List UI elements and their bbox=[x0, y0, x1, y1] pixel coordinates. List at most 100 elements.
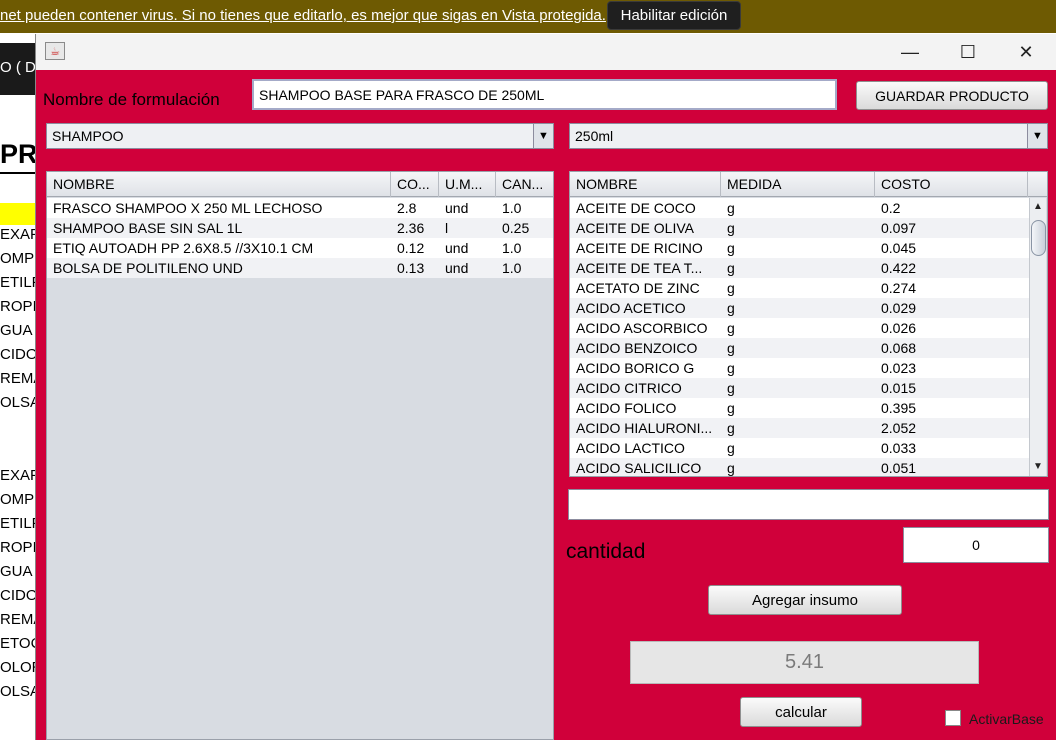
table-row[interactable]: BOLSA DE POLITILENO UND 0.13 und 1.0 bbox=[47, 258, 553, 278]
quantity-label: cantidad bbox=[566, 540, 646, 563]
table-cell: ACIDO CITRICO bbox=[576, 380, 682, 396]
excel-cell-fragment[interactable]: ROPIL bbox=[0, 539, 40, 556]
table-row[interactable]: ACIDO ACETICO g 0.029 bbox=[570, 298, 1029, 318]
excel-cell-fragment[interactable]: ETILF bbox=[0, 515, 40, 532]
excel-cell-fragment[interactable]: ETILF bbox=[0, 274, 40, 291]
table-row[interactable]: ACEITE DE OLIVA g 0.097 bbox=[570, 218, 1029, 238]
ingredient-search-input[interactable] bbox=[568, 489, 1049, 520]
excel-cell-fragment[interactable]: GUA I bbox=[0, 563, 40, 580]
table-cell: ACETATO DE ZINC bbox=[576, 280, 700, 296]
column-header-nombre[interactable]: NOMBRE bbox=[570, 172, 721, 197]
excel-cell-fragment[interactable]: OMPE bbox=[0, 491, 40, 508]
table-cell: und bbox=[445, 200, 469, 216]
quantity-input[interactable]: 0 bbox=[903, 527, 1049, 563]
table-cell: 2.8 bbox=[397, 200, 417, 216]
protected-view-message[interactable]: net pueden contener virus. Si no tienes … bbox=[0, 7, 606, 24]
column-header-unidad[interactable]: U.M... bbox=[439, 172, 496, 197]
table-cell: ETIQ AUTOADH PP 2.6X8.5 //3X10.1 CM bbox=[53, 240, 314, 256]
calculate-button[interactable]: calcular bbox=[740, 697, 862, 727]
column-header-costo[interactable]: CO... bbox=[391, 172, 439, 197]
table-cell: 1.0 bbox=[502, 200, 522, 216]
category-select[interactable]: SHAMPOO ▼ bbox=[46, 123, 554, 149]
size-select-value: 250ml bbox=[575, 128, 614, 144]
table-cell: g bbox=[727, 320, 735, 336]
excel-cell-fragment[interactable]: ROPIL bbox=[0, 298, 40, 315]
table-cell: g bbox=[727, 460, 735, 476]
table-row[interactable]: ACEITE DE COCO g 0.2 bbox=[570, 198, 1029, 218]
table-row[interactable]: ACETATO DE ZINC g 0.274 bbox=[570, 278, 1029, 298]
table-row[interactable]: ETIQ AUTOADH PP 2.6X8.5 //3X10.1 CM 0.12 u… bbox=[47, 238, 553, 258]
column-header-nombre[interactable]: NOMBRE bbox=[47, 172, 391, 197]
scroll-down-icon[interactable]: ▼ bbox=[1030, 458, 1046, 474]
excel-cell-fragment[interactable]: EXAPO bbox=[0, 467, 40, 484]
window-titlebar: ☕ — ☐ ✕ bbox=[36, 34, 1056, 70]
table-row[interactable]: ACIDO BORICO G g 0.023 bbox=[570, 358, 1029, 378]
excel-cell-fragment[interactable]: OMPE bbox=[0, 250, 40, 267]
enable-editing-button[interactable]: Habilitar edición bbox=[607, 1, 741, 30]
table-cell: 0.015 bbox=[881, 380, 917, 396]
table-cell: 1.0 bbox=[502, 240, 522, 256]
add-ingredient-button[interactable]: Agregar insumo bbox=[708, 585, 902, 615]
java-app-icon: ☕ bbox=[45, 42, 65, 60]
table-cell: ACEITE DE OLIVA bbox=[576, 220, 694, 236]
table-cell: l bbox=[445, 220, 449, 236]
protected-view-banner: net pueden contener virus. Si no tienes … bbox=[0, 0, 1056, 33]
excel-header-fragment: O ( DIE bbox=[0, 59, 40, 76]
ingredients-scrollbar[interactable]: ▲ ▼ bbox=[1029, 198, 1046, 476]
minimize-icon[interactable]: — bbox=[881, 34, 939, 70]
table-row[interactable]: ACIDO FOLICO g 0.395 bbox=[570, 398, 1029, 418]
size-select[interactable]: 250ml ▼ bbox=[569, 123, 1048, 149]
table-row[interactable]: ACIDO CITRICO g 0.015 bbox=[570, 378, 1029, 398]
table-row[interactable]: ACEITE DE TEA T... g 0.422 bbox=[570, 258, 1029, 278]
table-cell: g bbox=[727, 240, 735, 256]
table-row[interactable]: ACIDO ASCORBICO g 0.026 bbox=[570, 318, 1029, 338]
activar-base-label[interactable]: ActivarBase bbox=[969, 711, 1044, 727]
table-row[interactable]: ACIDO LACTICO g 0.033 bbox=[570, 438, 1029, 458]
column-header-cantidad[interactable]: CAN... bbox=[496, 172, 553, 197]
table-cell: 2.36 bbox=[397, 220, 425, 236]
excel-cell-fragment[interactable]: OLOR bbox=[0, 659, 40, 676]
table-row[interactable]: ACIDO HIALURONI... g 2.052 bbox=[570, 418, 1029, 438]
table-cell: ACIDO HIALURONI... bbox=[576, 420, 713, 436]
formulation-name-label: Nombre de formulación bbox=[43, 90, 220, 109]
table-cell: 0.023 bbox=[881, 360, 917, 376]
column-header-costo[interactable]: COSTO bbox=[875, 172, 1028, 197]
close-icon[interactable]: ✕ bbox=[997, 34, 1055, 70]
save-product-button[interactable]: GUARDAR PRODUCTO bbox=[856, 81, 1048, 110]
chevron-down-icon[interactable]: ▼ bbox=[533, 124, 553, 148]
table-cell: g bbox=[727, 260, 735, 276]
excel-cell-fragment[interactable]: OLSA bbox=[0, 394, 40, 411]
table-cell: 0.029 bbox=[881, 300, 917, 316]
table-cell: ACIDO BORICO G bbox=[576, 360, 695, 376]
table-cell: ACIDO LACTICO bbox=[576, 440, 685, 456]
table-cell: 0.25 bbox=[502, 220, 530, 236]
table-row[interactable]: FRASCO SHAMPOO X 250 ML LECHOSO 2.8 und 1.0 bbox=[47, 198, 553, 218]
table-cell: g bbox=[727, 300, 735, 316]
table-cell: und bbox=[445, 240, 469, 256]
table-row[interactable]: ACIDO SALICILICO g 0.051 bbox=[570, 458, 1029, 476]
table-row[interactable]: ACIDO BENZOICO g 0.068 bbox=[570, 338, 1029, 358]
excel-cell-fragment[interactable]: REMA bbox=[0, 611, 40, 628]
table-cell: 0.051 bbox=[881, 460, 917, 476]
table-cell: g bbox=[727, 440, 735, 456]
excel-cell-fragment[interactable]: EXAPO bbox=[0, 226, 40, 243]
table-row[interactable]: ACEITE DE RICINO g 0.045 bbox=[570, 238, 1029, 258]
excel-cell-fragment[interactable]: ETOC bbox=[0, 635, 40, 652]
excel-sheet-background: O ( DIE PRO EXAPO OMPE ETILF ROPIL GUA I CIDO… bbox=[0, 33, 40, 740]
activar-base-checkbox[interactable] bbox=[945, 710, 961, 726]
total-cost-display: 5.41 bbox=[630, 641, 979, 684]
excel-cell-fragment[interactable]: CIDO bbox=[0, 587, 38, 604]
column-header-medida[interactable]: MEDIDA bbox=[721, 172, 875, 197]
excel-cell-fragment[interactable]: REMA bbox=[0, 370, 40, 387]
maximize-icon[interactable]: ☐ bbox=[939, 34, 997, 70]
excel-cell-fragment[interactable]: OLSA bbox=[0, 683, 40, 700]
table-cell: 0.395 bbox=[881, 400, 917, 416]
excel-cell-fragment[interactable]: GUA I bbox=[0, 322, 40, 339]
excel-cell-fragment[interactable]: CIDO bbox=[0, 346, 38, 363]
scroll-thumb[interactable] bbox=[1031, 220, 1046, 256]
scroll-up-icon[interactable]: ▲ bbox=[1030, 198, 1046, 214]
formulation-name-input[interactable]: SHAMPOO BASE PARA FRASCO DE 250ML bbox=[252, 79, 837, 110]
table-row[interactable]: SHAMPOO BASE SIN SAL 1L 2.36 l 0.25 bbox=[47, 218, 553, 238]
chevron-down-icon[interactable]: ▼ bbox=[1027, 124, 1047, 148]
table-cell: g bbox=[727, 360, 735, 376]
